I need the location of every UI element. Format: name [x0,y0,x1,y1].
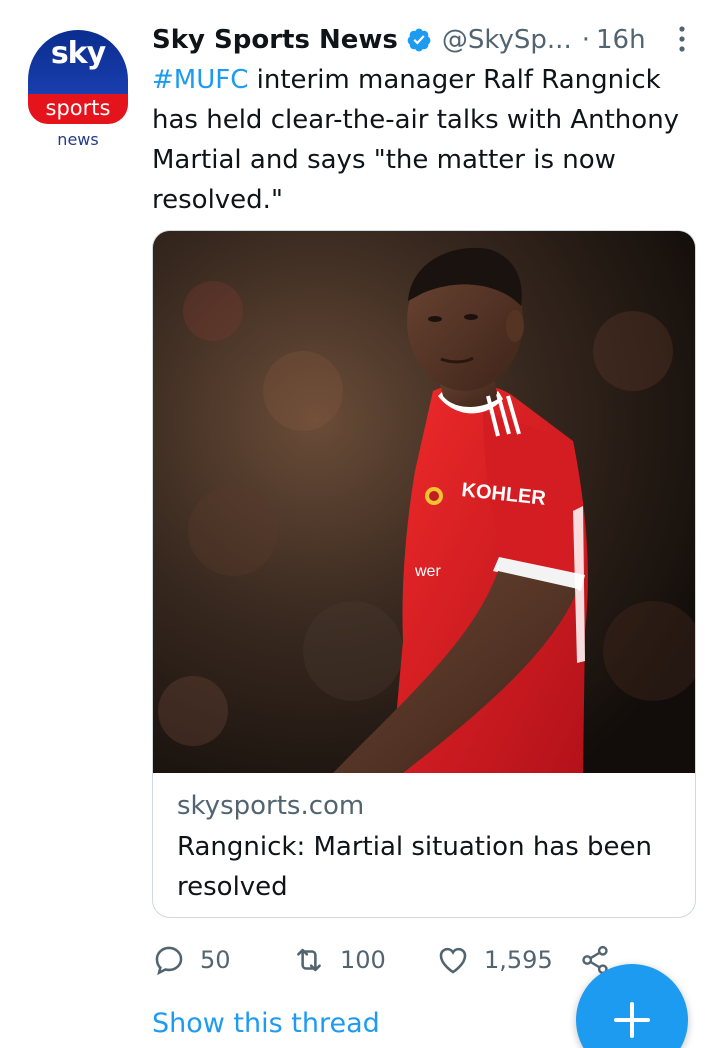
tweet-header: Sky Sports News @SkySp... · 16h [152,20,646,60]
hashtag-link[interactable]: #MUFC [152,65,248,95]
plus-icon [614,1002,650,1038]
like-count: 1,595 [484,946,553,974]
display-name[interactable]: Sky Sports News [152,25,398,55]
heart-icon [439,947,467,974]
shirt-sleeve-text: wer [414,563,441,580]
action-bar: 50 100 1,595 [152,938,622,982]
avatar[interactable]: sky sports news [22,26,134,149]
separator-dot: · [581,25,590,55]
retweet-count: 100 [340,946,386,974]
reply-count: 50 [200,946,231,974]
verified-badge-icon [407,28,431,52]
like-button[interactable]: 1,595 [436,938,553,982]
retweet-button[interactable]: 100 [292,938,386,982]
reply-button[interactable]: 50 [152,938,231,982]
handle[interactable]: @SkySp... [442,25,572,55]
show-thread-link[interactable]: Show this thread [152,1008,380,1039]
retweet-icon [297,948,321,972]
avatar-logo-news: news [57,130,99,149]
reply-icon [155,946,183,976]
card-photo[interactable]: KOHLER wer [153,231,695,773]
card-title: Rangnick: Martial situation has been res… [177,832,653,902]
avatar-logo-sports: sports [28,94,128,124]
more-options-icon[interactable] [672,24,692,56]
tweet[interactable]: sky sports news Sky Sports News @SkySp..… [0,0,720,1048]
link-card[interactable]: KOHLER wer skysports.com Rangnick: Marti… [152,230,696,918]
avatar-logo-top: sky [28,30,128,100]
avatar-logo-sky: sky [50,36,106,71]
player-photo-illustration: KOHLER wer [153,231,695,773]
timestamp[interactable]: 16h [596,25,646,55]
card-domain: skysports.com [177,791,365,821]
tweet-text: #MUFC interim manager Ralf Rangnick has … [152,60,697,220]
